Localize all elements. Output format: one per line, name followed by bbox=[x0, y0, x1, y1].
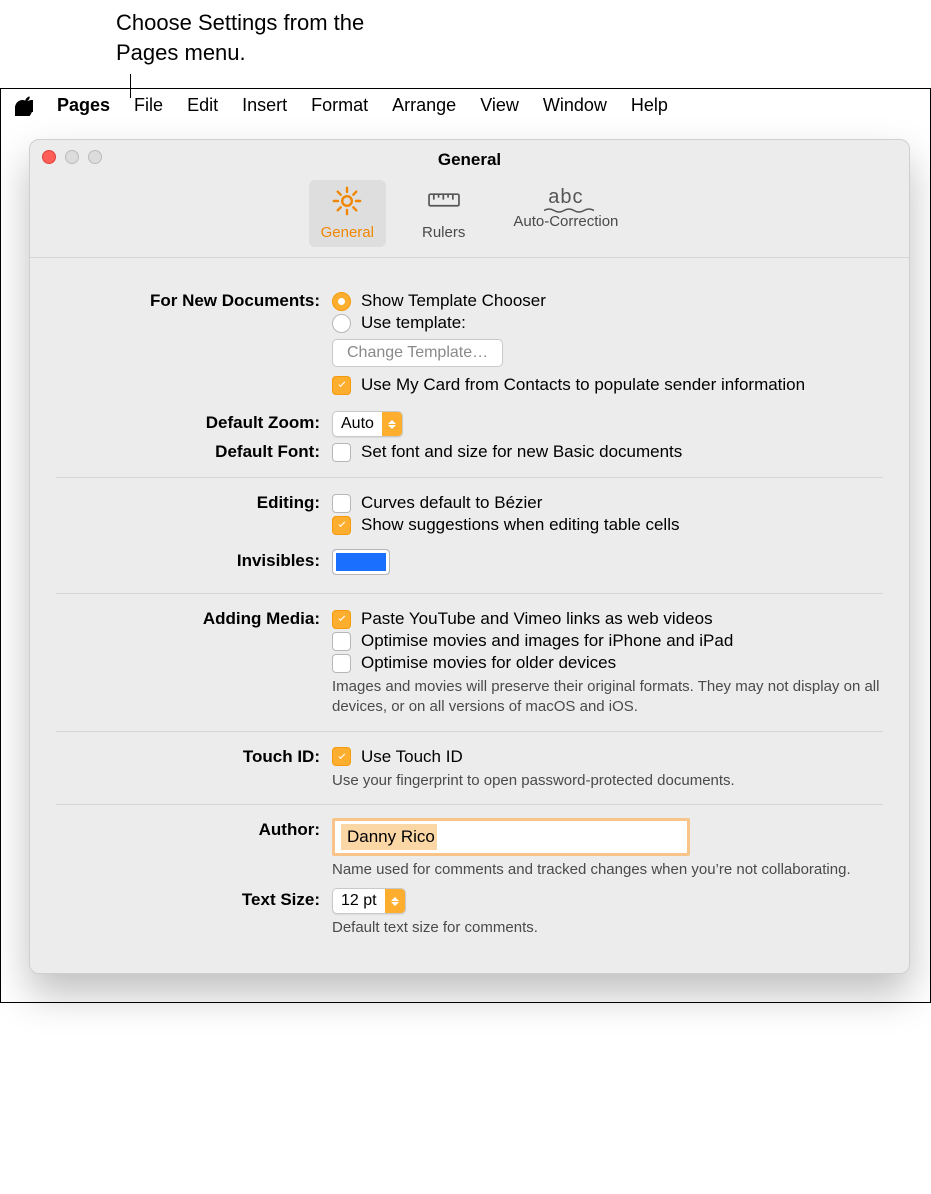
menubar-item-edit[interactable]: Edit bbox=[187, 95, 218, 116]
window-controls bbox=[42, 150, 102, 164]
author-field-wrap: Danny Rico bbox=[332, 818, 690, 856]
chevron-updown-icon bbox=[385, 889, 405, 913]
close-button-icon[interactable] bbox=[42, 150, 56, 164]
tab-autocorrection-label: Auto-Correction bbox=[513, 213, 618, 230]
chevron-updown-icon bbox=[382, 412, 402, 436]
label-default-font: Default Font: bbox=[56, 440, 320, 462]
checkbox-default-font[interactable] bbox=[332, 443, 351, 462]
checkbox-optimise-ios[interactable] bbox=[332, 632, 351, 651]
label-invisibles: Invisibles: bbox=[56, 549, 320, 571]
section-author: Author: Danny Rico Name used for comment… bbox=[56, 804, 883, 952]
settings-window: General General Rulers abc Auto-C bbox=[29, 139, 910, 974]
text-size-hint: Default text size for comments. bbox=[332, 918, 883, 938]
apple-logo-icon[interactable] bbox=[15, 96, 33, 116]
checkbox-youtube-vimeo-label: Paste YouTube and Vimeo links as web vid… bbox=[361, 609, 713, 629]
checkbox-touch-id[interactable] bbox=[332, 747, 351, 766]
menubar-item-arrange[interactable]: Arrange bbox=[392, 95, 456, 116]
menubar-item-view[interactable]: View bbox=[480, 95, 519, 116]
tab-general-label: General bbox=[321, 224, 374, 241]
radio-template-chooser[interactable] bbox=[332, 292, 351, 311]
section-editing: Editing: Curves default to Bézier Show s… bbox=[56, 477, 883, 593]
menubar-item-insert[interactable]: Insert bbox=[242, 95, 287, 116]
default-zoom-value: Auto bbox=[333, 415, 382, 433]
checkbox-touch-id-label: Use Touch ID bbox=[361, 747, 463, 767]
callout-annotation: Choose Settings from the Pages menu. bbox=[116, 8, 376, 67]
minimize-button-icon bbox=[65, 150, 79, 164]
checkbox-optimise-older-label: Optimise movies for older devices bbox=[361, 653, 616, 673]
default-zoom-popup[interactable]: Auto bbox=[332, 411, 403, 437]
gear-icon bbox=[332, 186, 362, 220]
toolbar-tabs: General Rulers abc Auto-Correction bbox=[30, 176, 909, 258]
radio-use-template-label: Use template: bbox=[361, 313, 466, 333]
checkbox-default-font-label: Set font and size for new Basic document… bbox=[361, 442, 682, 462]
menubar: Pages File Edit Insert Format Arrange Vi… bbox=[1, 89, 930, 125]
label-adding-media: Adding Media: bbox=[56, 607, 320, 629]
checkbox-table-suggestions[interactable] bbox=[332, 516, 351, 535]
tab-rulers-label: Rulers bbox=[422, 224, 465, 241]
label-text-size: Text Size: bbox=[56, 888, 320, 910]
checkbox-use-my-card-label: Use My Card from Contacts to populate se… bbox=[361, 375, 805, 395]
adding-media-hint: Images and movies will preserve their or… bbox=[332, 677, 883, 718]
text-size-value: 12 pt bbox=[333, 892, 385, 910]
label-new-documents: For New Documents: bbox=[56, 289, 320, 311]
checkbox-bezier[interactable] bbox=[332, 494, 351, 513]
menubar-item-format[interactable]: Format bbox=[311, 95, 368, 116]
tab-general[interactable]: General bbox=[309, 180, 386, 247]
label-default-zoom: Default Zoom: bbox=[56, 411, 320, 433]
menubar-item-help[interactable]: Help bbox=[631, 95, 668, 116]
menubar-item-pages[interactable]: Pages bbox=[57, 95, 110, 116]
label-author: Author: bbox=[56, 818, 320, 840]
checkbox-table-suggestions-label: Show suggestions when editing table cell… bbox=[361, 515, 679, 535]
change-template-button[interactable]: Change Template… bbox=[332, 339, 503, 367]
checkbox-use-my-card[interactable] bbox=[332, 376, 351, 395]
ruler-icon bbox=[427, 186, 461, 220]
window-title: General bbox=[438, 150, 501, 169]
author-field-value: Danny Rico bbox=[341, 824, 437, 850]
checkbox-optimise-older[interactable] bbox=[332, 654, 351, 673]
label-touch-id: Touch ID: bbox=[56, 745, 320, 767]
checkbox-optimise-ios-label: Optimise movies and images for iPhone an… bbox=[361, 631, 733, 651]
checkbox-bezier-label: Curves default to Bézier bbox=[361, 493, 542, 513]
text-size-popup[interactable]: 12 pt bbox=[332, 888, 406, 914]
settings-pane: For New Documents: Show Template Chooser… bbox=[30, 258, 909, 973]
menubar-item-file[interactable]: File bbox=[134, 95, 163, 116]
radio-use-template[interactable] bbox=[332, 314, 351, 333]
section-new-documents: For New Documents: Show Template Chooser… bbox=[56, 276, 883, 477]
section-adding-media: Adding Media: Paste YouTube and Vimeo li… bbox=[56, 593, 883, 731]
window-titlebar: General bbox=[30, 140, 909, 176]
tab-autocorrection[interactable]: abc Auto-Correction bbox=[501, 180, 630, 247]
tab-rulers[interactable]: Rulers bbox=[410, 180, 477, 247]
section-touch-id: Touch ID: Use Touch ID Use your fingerpr… bbox=[56, 731, 883, 804]
author-hint: Name used for comments and tracked chang… bbox=[332, 860, 883, 880]
radio-template-chooser-label: Show Template Chooser bbox=[361, 291, 546, 311]
zoom-button-icon bbox=[88, 150, 102, 164]
desktop-frame: Pages File Edit Insert Format Arrange Vi… bbox=[0, 88, 931, 1003]
touch-id-hint: Use your fingerprint to open password-pr… bbox=[332, 771, 883, 791]
checkbox-youtube-vimeo[interactable] bbox=[332, 610, 351, 629]
author-field[interactable]: Danny Rico bbox=[335, 821, 687, 853]
invisibles-color-well[interactable] bbox=[332, 549, 390, 575]
menubar-item-window[interactable]: Window bbox=[543, 95, 607, 116]
label-editing: Editing: bbox=[56, 491, 320, 513]
autocorrect-icon: abc bbox=[548, 186, 583, 209]
